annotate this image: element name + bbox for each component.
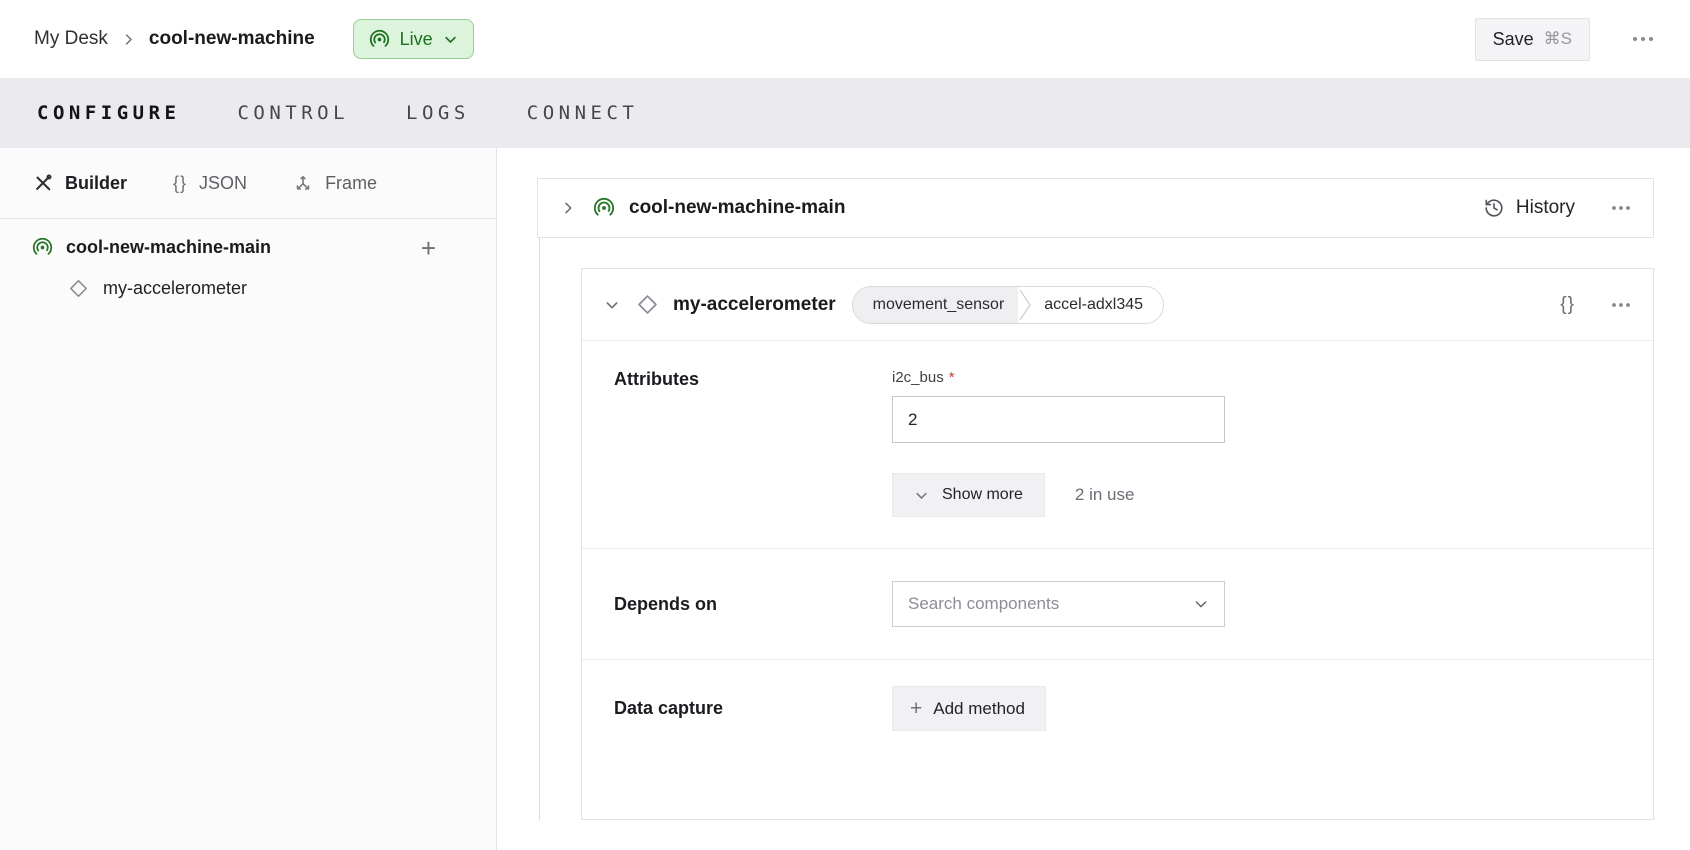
tab-configure[interactable]: CONFIGURE <box>37 102 180 124</box>
part-card-title: cool-new-machine-main <box>629 197 845 219</box>
component-diamond-icon <box>68 278 89 299</box>
tag-divider-chevron-icon <box>1018 287 1032 323</box>
config-view-tabs: Builder {} JSON Frame <box>0 148 496 219</box>
view-tab-frame[interactable]: Frame <box>293 173 377 194</box>
chevron-right-icon <box>121 32 136 47</box>
header-overflow-menu-button[interactable] <box>1632 36 1654 42</box>
component-menu-button[interactable] <box>1611 302 1631 308</box>
component-model-tag: accel-adxl345 <box>1032 287 1163 323</box>
machine-status-badge[interactable]: Live <box>353 19 474 59</box>
configure-content: Builder {} JSON Frame <box>0 148 1690 850</box>
save-button-label: Save <box>1493 29 1534 50</box>
chevron-down-icon <box>914 488 929 503</box>
component-card: my-accelerometer movement_sensor accel-a… <box>581 268 1654 820</box>
edit-json-icon[interactable]: {} <box>1560 294 1575 316</box>
machine-part-icon <box>593 197 615 219</box>
machine-page: My Desk cool-new-machine Live <box>0 0 1690 850</box>
i2c-bus-label-line: i2c_bus * <box>892 369 1225 386</box>
machine-name: cool-new-machine <box>149 28 315 50</box>
machine-nav-tabs: CONFIGURE CONTROL LOGS CONNECT <box>0 78 1690 148</box>
machine-part-card: cool-new-machine-main History <box>537 178 1654 238</box>
collapse-component-button[interactable] <box>604 297 620 313</box>
required-marker: * <box>949 369 955 386</box>
breadcrumb: My Desk cool-new-machine Live <box>34 19 474 59</box>
attributes-section-label: Attributes <box>614 369 892 517</box>
i2c-bus-field-label: i2c_bus <box>892 369 944 386</box>
save-button[interactable]: Save ⌘S <box>1475 18 1590 61</box>
tree-item-label: cool-new-machine-main <box>66 237 271 258</box>
part-card-menu-button[interactable] <box>1611 205 1631 211</box>
frame-axes-icon <box>293 173 313 193</box>
view-tab-builder[interactable]: Builder <box>33 173 127 194</box>
plus-icon: + <box>910 697 922 721</box>
depends-on-section: Depends on <box>582 549 1653 660</box>
config-main-panel: cool-new-machine-main History <box>497 148 1690 850</box>
depends-on-search-input[interactable] <box>908 594 1193 614</box>
part-children: my-accelerometer movement_sensor accel-a… <box>539 238 1654 820</box>
attributes-section: Attributes i2c_bus * <box>582 341 1653 549</box>
breadcrumb-parent-link[interactable]: My Desk <box>34 28 108 50</box>
tab-logs[interactable]: LOGS <box>406 102 470 124</box>
show-more-label: Show more <box>942 486 1023 504</box>
tab-connect[interactable]: CONNECT <box>527 102 639 124</box>
component-type-tag: movement_sensor <box>853 287 1019 323</box>
i2c-bus-input[interactable] <box>892 396 1225 443</box>
depends-on-section-label: Depends on <box>614 594 892 615</box>
data-capture-section-label: Data capture <box>614 698 892 719</box>
status-badge-label: Live <box>400 29 433 50</box>
page-header: My Desk cool-new-machine Live <box>0 0 1690 78</box>
broadcast-icon <box>369 29 390 50</box>
history-icon <box>1483 197 1505 219</box>
expand-part-button[interactable] <box>560 200 576 216</box>
add-method-button[interactable]: + Add method <box>892 686 1046 731</box>
header-actions: Save ⌘S <box>1475 18 1654 61</box>
machine-tree: cool-new-machine-main + my-accelerometer <box>0 219 496 299</box>
tree-item-component[interactable]: my-accelerometer <box>32 278 436 299</box>
attributes-in-use-count: 2 in use <box>1075 485 1135 505</box>
braces-icon: {} <box>173 173 187 194</box>
data-capture-section: Data capture + Add method <box>582 660 1653 819</box>
show-more-row: Show more 2 in use <box>892 473 1225 517</box>
tree-item-label: my-accelerometer <box>103 278 247 299</box>
chevron-down-icon <box>443 32 458 47</box>
machine-part-icon <box>32 237 53 258</box>
builder-sidebar: Builder {} JSON Frame <box>0 148 497 850</box>
view-tab-label: Builder <box>65 173 127 194</box>
component-card-header: my-accelerometer movement_sensor accel-a… <box>582 269 1653 341</box>
show-more-button[interactable]: Show more <box>892 473 1045 517</box>
tools-icon <box>33 173 53 193</box>
attributes-fields: i2c_bus * Show more <box>892 369 1225 517</box>
add-method-label: Add method <box>933 699 1025 719</box>
view-tab-json[interactable]: {} JSON <box>173 173 247 194</box>
history-button-label: History <box>1516 197 1575 219</box>
add-component-button[interactable]: + <box>421 238 436 258</box>
component-name: my-accelerometer <box>673 294 836 316</box>
save-shortcut-hint: ⌘S <box>1544 29 1572 49</box>
chevron-down-icon <box>1193 596 1209 612</box>
history-button[interactable]: History <box>1483 197 1575 219</box>
component-diamond-icon <box>636 293 659 316</box>
depends-on-select[interactable] <box>892 581 1225 627</box>
view-tab-label: Frame <box>325 173 377 194</box>
tab-control[interactable]: CONTROL <box>237 102 349 124</box>
component-type-model-tag: movement_sensor accel-adxl345 <box>852 286 1164 324</box>
view-tab-label: JSON <box>199 173 247 194</box>
tree-item-machine-part[interactable]: cool-new-machine-main + <box>32 237 436 258</box>
